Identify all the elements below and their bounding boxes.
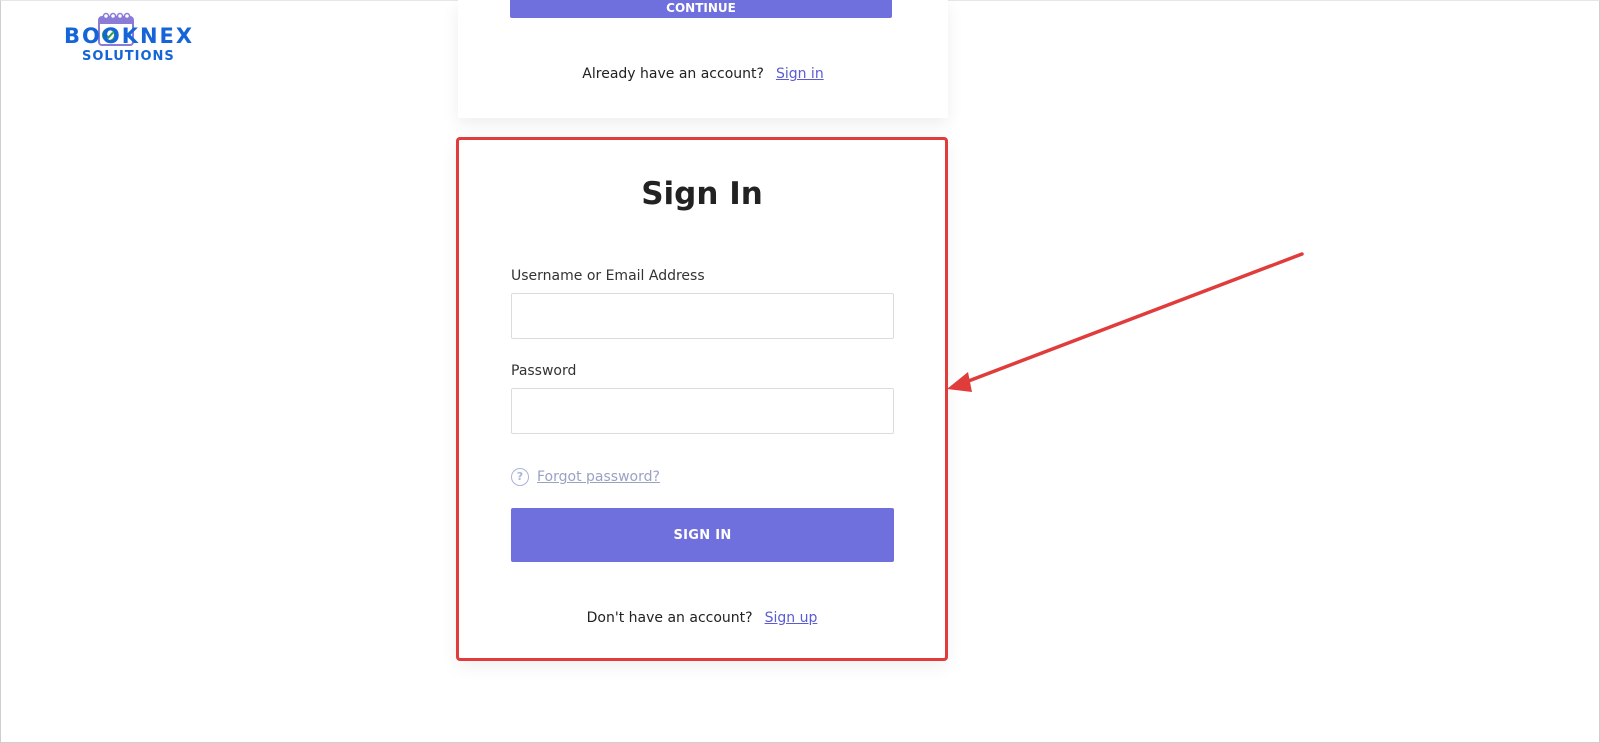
booknex-logo[interactable]: BOOKNEX SOLUTIONS [64,12,194,66]
signin-button[interactable]: SIGN IN [511,508,894,562]
continue-button[interactable]: CONTINUE [510,0,892,18]
logo-subtitle: SOLUTIONS [82,49,175,64]
logo-wordmark: BOOKNEX [64,24,195,48]
signin-title: Sign In [641,176,763,212]
forgot-password-row: ? Forgot password? [511,468,660,486]
username-input[interactable] [511,293,894,339]
password-label: Password [511,363,577,379]
signup-link[interactable]: Sign up [765,610,818,626]
question-circle-icon: ? [511,468,529,486]
no-account-row: Don't have an account? Sign up [459,610,945,626]
username-label: Username or Email Address [511,268,705,284]
have-account-row: Already have an account? Sign in [458,66,948,82]
have-account-text: Already have an account? [582,66,764,82]
no-account-text: Don't have an account? [586,610,753,626]
register-card: CONTINUE Already have an account? Sign in [458,0,948,118]
forgot-password-link[interactable]: Forgot password? [537,469,660,485]
password-input[interactable] [511,388,894,434]
signin-card: Sign In Username or Email Address Passwo… [456,137,948,661]
signin-link[interactable]: Sign in [776,66,824,82]
